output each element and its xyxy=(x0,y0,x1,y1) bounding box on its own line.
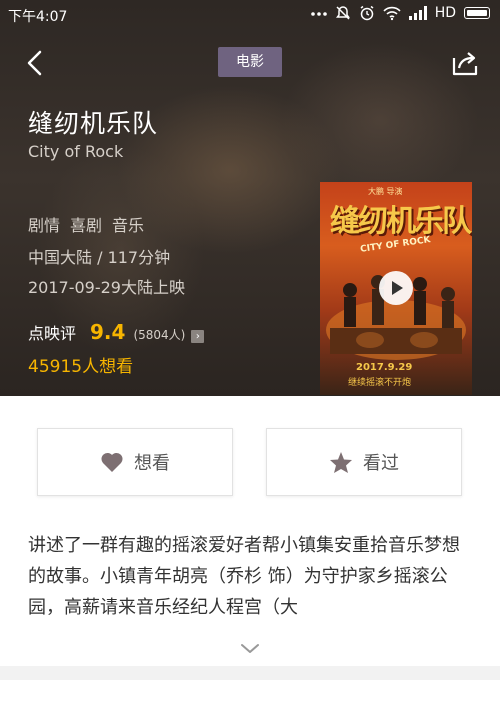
star-icon xyxy=(330,451,352,473)
genre-tag: 剧情 xyxy=(28,216,61,235)
watched-button[interactable]: 看过 xyxy=(266,428,462,496)
poster-tagline: 继续摇滚不开炮 xyxy=(348,378,412,388)
chevron-down-icon[interactable] xyxy=(240,642,260,656)
seen-label: 看过 xyxy=(363,453,399,474)
mute-icon xyxy=(335,6,350,20)
section-divider xyxy=(0,666,500,680)
poster-title: 缝纫机乐队 xyxy=(330,204,472,239)
heart-icon xyxy=(101,452,123,472)
network-type: HD xyxy=(434,5,456,21)
movie-title-en: City of Rock xyxy=(28,142,124,161)
wifi-icon xyxy=(383,6,401,21)
alarm-icon xyxy=(360,5,374,21)
dots-icon xyxy=(310,12,327,16)
poster-date: 2017.9.29 xyxy=(356,362,413,373)
genre-list: 剧情 喜剧 音乐 xyxy=(28,212,144,236)
status-icons: HD xyxy=(310,5,490,21)
want-to-watch-button[interactable]: 想看 xyxy=(37,428,233,496)
genre-tag: 喜剧 xyxy=(70,216,103,235)
rating-row[interactable]: 点映评 9.4 (5804人) › xyxy=(28,320,205,344)
battery-icon xyxy=(464,7,490,19)
genre-tag: 音乐 xyxy=(112,216,145,235)
rating-score: 9.4 xyxy=(90,320,126,344)
status-bar: 下午4:07 HD xyxy=(0,0,500,30)
status-time: 下午4:07 xyxy=(8,9,68,25)
want-label: 想看 xyxy=(134,453,170,474)
rating-count: (5804人) xyxy=(133,328,186,342)
synopsis-text: 讲述了一群有趣的摇滚爱好者帮小镇集安重拾音乐梦想的故事。小镇青年胡亮（乔杉 饰）… xyxy=(28,535,460,618)
movie-header: 下午4:07 HD 电影 缝纫机乐队 City of Rock 剧情 喜剧 音乐… xyxy=(0,0,500,396)
origin-duration: 中国大陆 / 117分钟 xyxy=(28,248,171,267)
release-date: 2017-09-29大陆上映 xyxy=(28,278,185,297)
rating-label: 点映评 xyxy=(28,324,77,343)
category-tag: 电影 xyxy=(218,47,282,77)
back-button[interactable] xyxy=(22,48,48,78)
play-trailer-button[interactable] xyxy=(379,271,413,305)
share-button[interactable] xyxy=(450,48,480,78)
signal-icon xyxy=(408,6,427,20)
chevron-right-icon[interactable]: › xyxy=(191,330,205,343)
want-count: 45915人想看 xyxy=(28,357,134,377)
movie-title: 缝纫机乐队 xyxy=(28,109,159,138)
